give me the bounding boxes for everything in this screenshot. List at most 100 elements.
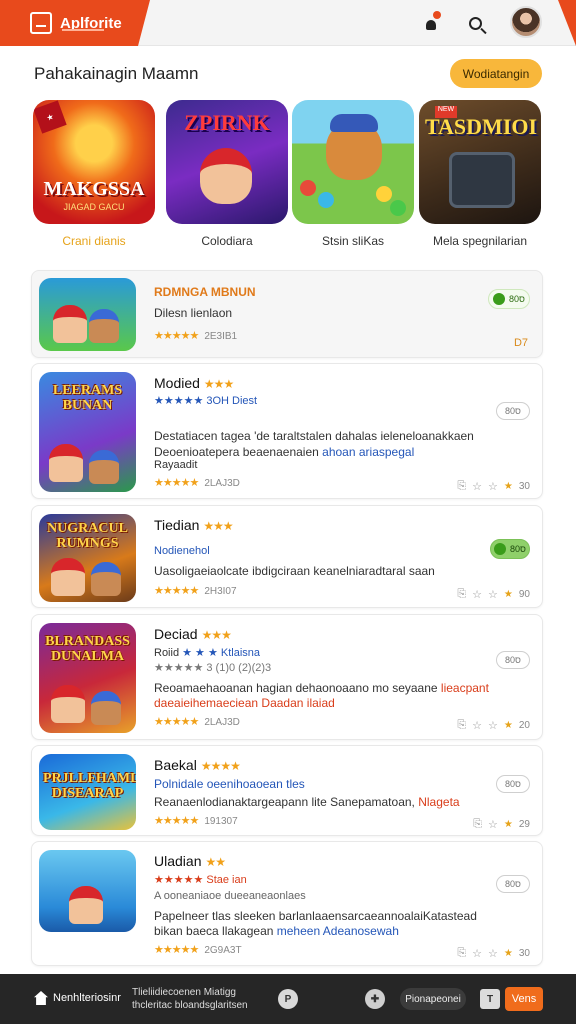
primary-cta-button[interactable]: Vens: [505, 987, 543, 1011]
star-outline-icon: ☆: [488, 481, 498, 493]
rating-stars: ★★★★★ 2LAJ3D: [154, 716, 240, 728]
app-thumbnail: PRJLLFHAML DISEARAP: [39, 754, 136, 830]
rating-stars: ★★★★★ 2LAJ3D: [154, 477, 240, 489]
top-app-bar: Aplforite: [0, 0, 576, 46]
star-outline-icon: ☆: [488, 819, 498, 831]
featured-tile-label[interactable]: Colodiara: [166, 234, 288, 248]
app-description: Reoamaehaoanan hagian dehaonoaano mo sey…: [154, 681, 489, 695]
coin-icon: ★: [503, 481, 513, 492]
app-thumbnail: [39, 850, 136, 932]
star-outline-icon: ☆: [472, 948, 483, 960]
app-description: Deoenioatepera beaenaenaien ahoan ariasp…: [154, 445, 415, 459]
app-meta: A ooneaniaoe dueeaneaonlaes: [154, 890, 306, 902]
character-art: [200, 148, 252, 204]
installed-badge[interactable]: ס80: [490, 539, 530, 559]
home-label[interactable]: Nenhlteriosinr: [53, 992, 121, 1004]
app-subtitle: Dilesn lienlaon: [154, 306, 233, 320]
item-meta-icons: ⎘ ☆ ☆ ★ 30: [457, 947, 530, 960]
bubble: [318, 192, 334, 208]
item-meta-icons: ⎘ ☆ ★ 29: [473, 818, 530, 831]
check-icon: [493, 293, 506, 305]
share-icon: ⎘: [473, 818, 483, 830]
home-icon[interactable]: [34, 991, 48, 1005]
app-thumbnail: LEERAMS BUNAN: [39, 372, 136, 492]
app-description: Rayaadit: [154, 459, 198, 471]
installed-badge[interactable]: ס80: [488, 289, 530, 309]
list-item[interactable]: Uladian ★★ ★★★★★ Stae ian A ooneaniaoe du…: [31, 841, 543, 966]
list-item[interactable]: RDMNGA MBNUN Dilesn lienlaon ★★★★★ 2E3IB1…: [31, 270, 543, 358]
box-logo-icon: [30, 12, 52, 34]
featured-more-button[interactable]: Wodiatangin: [450, 59, 542, 88]
app-description: daeaieihemaeciean Daadan ilaiad: [154, 696, 335, 710]
featured-section-title: Pahakainagin Maamn: [34, 64, 199, 83]
share-icon: ⎘: [457, 947, 467, 959]
featured-tile[interactable]: [292, 100, 414, 224]
rating-stars: ★★★★★ 2H3I07: [154, 585, 237, 597]
share-icon: ⎘: [457, 480, 467, 492]
tile-art-subtitle: JIAGAD GACU: [63, 202, 125, 212]
check-icon: [494, 543, 507, 555]
list-item[interactable]: NUGRACUL RUMNGS Tiedian ★★★ Nodienehol Ua…: [31, 505, 543, 608]
notification-dot: [433, 11, 441, 19]
app-title: Uladian ★★: [154, 853, 226, 869]
app-meta: ★★★★★ 3 (1)0 (2)(2)3: [154, 662, 272, 674]
app-description: bikan baeca llakagean meheen Adeanosewah: [154, 924, 399, 938]
item-meta-icons: ⎘ ☆ ☆ ★ 90: [457, 588, 530, 601]
list-item[interactable]: PRJLLFHAML DISEARAP Baekal ★★★★ Polnidale…: [31, 745, 543, 836]
star-outline-icon: ☆: [488, 589, 498, 601]
featured-tile-label[interactable]: Stsin sliKas: [292, 234, 414, 248]
featured-tile-label[interactable]: Mela spegnilarian: [419, 234, 541, 248]
featured-tile[interactable]: NEW TASDMIOI: [419, 100, 541, 224]
app-meta: Roiid ★ ★ ★ Ktlaisna: [154, 647, 261, 659]
rating-stars: ★★★★★ 2G9A3T: [154, 944, 242, 956]
corner-indicator: D7: [513, 337, 528, 349]
tile-art-title: MAKGSSA: [43, 178, 145, 200]
add-icon[interactable]: ✚: [365, 989, 385, 1009]
star-outline-icon: ☆: [488, 948, 498, 960]
app-title: Deciad ★★★: [154, 626, 232, 642]
star-outline-icon: ☆: [488, 720, 498, 732]
app-description: Uasoligaeiaolcate ibdigciraan keanelniar…: [154, 564, 435, 578]
brand-logo[interactable]: Aplforite: [0, 0, 150, 46]
bottom-pill-button[interactable]: Pionapeonei: [400, 988, 466, 1010]
coin-icon: ★: [503, 589, 513, 600]
bell-icon[interactable]: [420, 11, 442, 34]
bottom-description: Tlieliidiecoenen Miatigg thcleritac bloa…: [132, 987, 248, 1011]
bubble: [376, 186, 392, 202]
action-pill[interactable]: ס80: [496, 402, 530, 420]
ribbon-badge: ★: [33, 100, 67, 134]
action-pill[interactable]: ס80: [496, 875, 530, 893]
header-accent-stripe: [558, 0, 576, 46]
star-outline-icon: ☆: [472, 589, 483, 601]
app-title: RDMNGA MBNUN: [154, 285, 256, 299]
list-item[interactable]: BLRANDASS DUNALMA Deciad ★★★ Roiid ★ ★ ★ …: [31, 614, 543, 740]
item-meta-icons: ⎘ ☆ ☆ ★ 30: [457, 480, 530, 493]
app-title: Modied ★★★: [154, 375, 234, 391]
share-icon: ⎘: [457, 719, 467, 731]
app-title: Baekal ★★★★: [154, 757, 241, 773]
action-pill[interactable]: ס80: [496, 775, 530, 793]
item-meta-icons: ⎘ ☆ ☆ ★ 20: [457, 719, 530, 732]
app-thumbnail: NUGRACUL RUMNGS: [39, 514, 136, 602]
tile-art-title: TASDMIOI: [425, 114, 538, 139]
app-description: Papelneer tlas sleeken barlanlaaensarcae…: [154, 909, 477, 923]
tab-square-button[interactable]: T: [480, 989, 500, 1009]
profile-circle-button[interactable]: P: [278, 989, 298, 1009]
search-icon[interactable]: [464, 12, 486, 34]
robot-art: [449, 152, 515, 208]
featured-tile-label[interactable]: Crani dianis: [33, 234, 155, 248]
share-icon: ⎘: [457, 588, 467, 600]
rating-stars: ★★★★★ 191307: [154, 815, 238, 827]
coin-icon: ★: [503, 720, 513, 731]
avatar[interactable]: [510, 6, 542, 38]
tile-art-title: ZPIRNK: [184, 110, 270, 135]
featured-tile[interactable]: ZPIRNK: [166, 100, 288, 224]
list-item[interactable]: LEERAMS BUNAN Modied ★★★ ★★★★★ 3OH Diest …: [31, 363, 543, 499]
app-meta: ★★★★★ Stae ian: [154, 874, 247, 886]
bubble: [300, 180, 316, 196]
character-hat: [330, 114, 378, 132]
app-thumbnail: [39, 278, 136, 351]
featured-tile[interactable]: ★ MAKGSSA JIAGAD GACU: [33, 100, 155, 224]
action-pill[interactable]: ס80: [496, 651, 530, 669]
app-meta: ★★★★★ 3OH Diest: [154, 395, 258, 407]
